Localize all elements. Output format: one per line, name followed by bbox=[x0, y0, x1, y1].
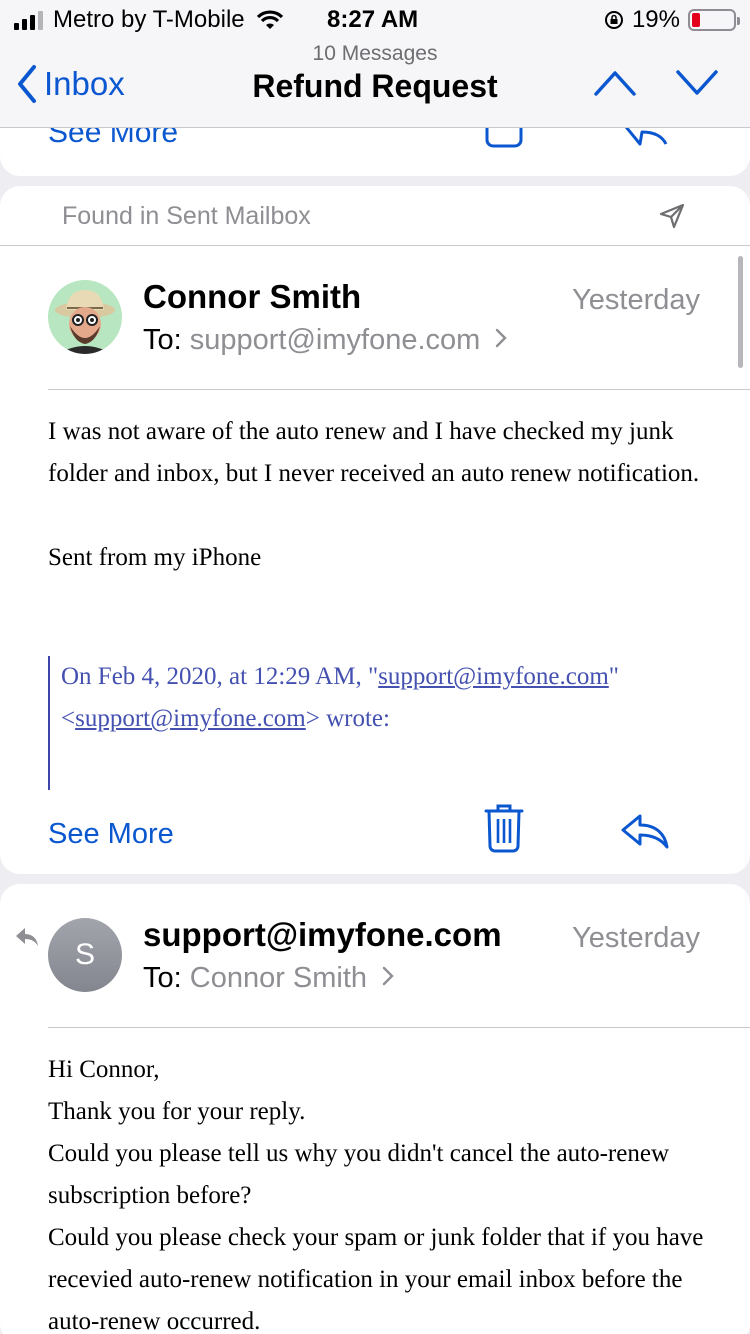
to-label: To: bbox=[143, 962, 182, 994]
sender-name: support@imyfone.com bbox=[143, 916, 502, 953]
quoted-text: On Feb 4, 2020, at 12:29 AM, "support@im… bbox=[48, 656, 708, 790]
signal-icon bbox=[14, 10, 43, 30]
page-title: Refund Request bbox=[252, 68, 498, 104]
orientation-lock-icon bbox=[604, 11, 623, 29]
body-paragraph: Thank you for your reply. bbox=[48, 1098, 306, 1125]
sender-name: Connor Smith bbox=[143, 278, 362, 315]
recipient-line[interactable]: To: Connor Smith bbox=[143, 962, 395, 995]
recipient-line[interactable]: To: support@imyfone.com bbox=[143, 324, 508, 357]
carrier-name: Metro by T-Mobile bbox=[53, 6, 245, 33]
chevron-right-icon bbox=[382, 966, 394, 986]
avatar[interactable]: S bbox=[48, 918, 122, 992]
message-card: S support@imyfone.com Yesterday To: Conn… bbox=[0, 884, 750, 1334]
previous-message-card: See More bbox=[0, 128, 750, 176]
header-divider bbox=[48, 1027, 750, 1028]
body-paragraph: I was not aware of the auto renew and I … bbox=[48, 418, 700, 487]
trash-icon[interactable] bbox=[484, 802, 524, 854]
found-in-sent-banner: Found in Sent Mailbox bbox=[0, 186, 750, 246]
body-paragraph: Could you please tell us why you didn't … bbox=[48, 1140, 670, 1209]
to-label: To: bbox=[143, 324, 182, 356]
paper-plane-icon bbox=[659, 203, 685, 229]
see-more-link[interactable]: See More bbox=[48, 818, 174, 851]
message-header[interactable]: Connor Smith Yesterday To: support@imyfo… bbox=[0, 246, 750, 390]
battery-icon bbox=[688, 9, 740, 31]
avatar-letter: S bbox=[74, 938, 95, 971]
avatar[interactable] bbox=[48, 280, 122, 354]
header-divider bbox=[48, 389, 750, 390]
body-paragraph: Could you please check your spam or junk… bbox=[48, 1224, 704, 1334]
message-actions: See More bbox=[0, 804, 750, 862]
carrier-group: Metro by T-Mobile bbox=[14, 6, 285, 34]
reply-icon[interactable] bbox=[620, 128, 670, 152]
body-paragraph: Sent from my iPhone bbox=[48, 544, 262, 571]
recipient-address: support@imyfone.com bbox=[189, 324, 481, 356]
next-message-button[interactable] bbox=[676, 70, 718, 96]
wifi-icon bbox=[256, 10, 283, 29]
previous-message-button[interactable] bbox=[594, 70, 636, 96]
nav-bar: Inbox 10 Messages Refund Request bbox=[0, 40, 750, 128]
status-time: 8:27 AM bbox=[327, 6, 419, 33]
body-paragraph: Hi Connor, bbox=[48, 1056, 160, 1083]
see-more-link[interactable]: See More bbox=[48, 128, 178, 150]
message-body: I was not aware of the auto renew and I … bbox=[48, 411, 708, 579]
message-card: Found in Sent Mailbox Connor Smith Yeste… bbox=[0, 186, 750, 874]
found-in-label: Found in Sent Mailbox bbox=[62, 202, 311, 230]
battery-level bbox=[692, 13, 700, 27]
quote-email-link[interactable]: support@imyfone.com bbox=[378, 663, 609, 690]
recipient-address: Connor Smith bbox=[189, 962, 368, 994]
message-header[interactable]: S support@imyfone.com Yesterday To: Conn… bbox=[0, 884, 750, 1028]
message-body: Hi Connor, Thank you for your reply. Cou… bbox=[48, 1049, 708, 1334]
status-bar: Metro by T-Mobile 8:27 AM 19% bbox=[0, 0, 750, 40]
quote-suffix: > wrote: bbox=[305, 705, 390, 732]
quote-prefix: On Feb 4, 2020, at 12:29 AM, " bbox=[61, 663, 379, 690]
chevron-right-icon bbox=[496, 328, 508, 348]
message-date: Yesterday bbox=[572, 922, 700, 954]
reply-icon[interactable] bbox=[620, 812, 670, 850]
quote-email-link[interactable]: support@imyfone.com bbox=[75, 705, 306, 732]
battery-percent: 19% bbox=[631, 6, 680, 33]
trash-icon[interactable] bbox=[484, 128, 524, 150]
message-count: 10 Messages bbox=[312, 42, 438, 65]
memoji-avatar-icon bbox=[55, 290, 115, 354]
message-date: Yesterday bbox=[572, 284, 700, 316]
status-right: 19% bbox=[604, 6, 740, 34]
